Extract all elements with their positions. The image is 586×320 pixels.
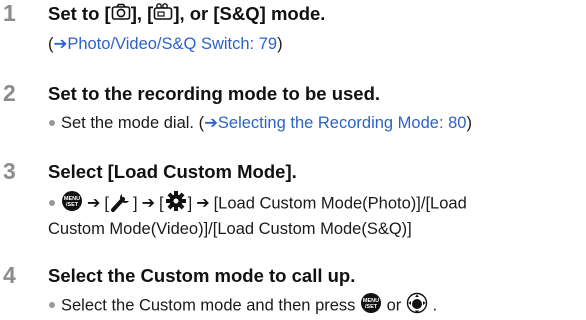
step-number: 2 (3, 80, 16, 106)
step-number: 1 (3, 0, 16, 26)
video-mode-icon (153, 3, 173, 27)
step-3: 3 Select [Load Custom Mode]. MENU/SET ➔[]… (0, 158, 586, 248)
step-instruction-line-2: Custom Mode(Video)]/[Load Custom Mode(S&… (48, 220, 412, 238)
step-reference: (➔Photo/Video/S&Q Switch: 79) (48, 35, 283, 53)
step-instruction: Select the Custom mode and then press ME… (48, 292, 437, 320)
custom-gear-icon (164, 190, 188, 218)
bullet-icon (49, 119, 55, 126)
step-instruction: Set the mode dial. (➔Selecting the Recor… (48, 112, 472, 134)
selecting-recording-mode-link[interactable]: ➔Selecting the Recording Mode: 80 (204, 114, 466, 132)
step-1: 1 Set to [], [], or [S&Q] mode. (➔Photo/… (0, 0, 586, 62)
menu-set-button-icon: MENU/SET (61, 190, 83, 218)
bullet-icon (49, 200, 55, 206)
joystick-button-icon (406, 292, 428, 320)
step-title: Select [Load Custom Mode]. (48, 161, 297, 182)
step-title: Set to [], [], or [S&Q] mode. (48, 2, 325, 27)
step-number: 4 (3, 262, 16, 288)
step-4: 4 Select the Custom mode to call up. Sel… (0, 262, 586, 318)
photo-mode-icon (111, 3, 131, 27)
step-title: Set to the recording mode to be used. (48, 83, 381, 104)
bullet-icon (49, 302, 55, 308)
svg-text:/SET: /SET (66, 202, 79, 208)
svg-text:/SET: /SET (365, 304, 378, 310)
menu-set-button-icon: MENU/SET (360, 292, 382, 320)
wrench-icon (109, 190, 133, 218)
step-2: 2 Set to the recording mode to be used. … (0, 80, 586, 140)
step-title: Select the Custom mode to call up. (48, 265, 356, 286)
step-number: 3 (3, 158, 16, 184)
step-instruction-line-1: MENU/SET ➔[] ➔[] ➔ [Load Custom Mode(Photo)]… (48, 190, 467, 218)
photo-video-sq-switch-link[interactable]: ➔Photo/Video/S&Q Switch: 79 (54, 35, 278, 53)
